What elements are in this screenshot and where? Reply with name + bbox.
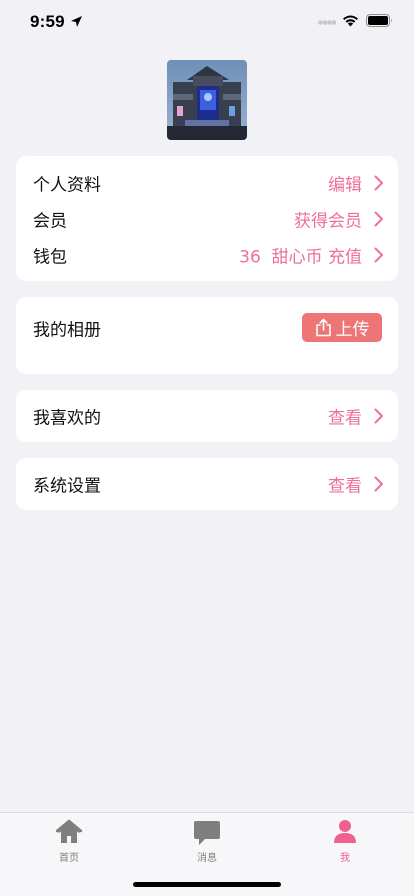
edit-link[interactable]: 编辑 xyxy=(328,171,362,196)
tab-home-label: 首页 xyxy=(59,853,79,864)
chevron-right-icon xyxy=(374,211,383,227)
signal-icon xyxy=(318,20,336,25)
favorites-view-link[interactable]: 查看 xyxy=(328,404,362,429)
tab-home[interactable]: 首页 xyxy=(0,813,138,865)
wallet-row[interactable]: 钱包 36 甜心币 充值 xyxy=(16,237,398,273)
location-arrow-icon xyxy=(71,16,82,27)
avatar[interactable] xyxy=(167,60,247,140)
status-bar: 9:59 xyxy=(0,0,414,44)
battery-icon xyxy=(366,14,392,27)
profile-card: 个人资料 编辑 会员 获得会员 钱包 36 甜心币 充值 xyxy=(16,156,398,281)
favorites-row[interactable]: 我喜欢的 查看 xyxy=(16,398,398,434)
home-icon xyxy=(55,819,83,843)
settings-row[interactable]: 系统设置 查看 xyxy=(16,466,398,502)
upload-button[interactable]: 上传 xyxy=(302,313,382,342)
profile-info-row[interactable]: 个人资料 编辑 xyxy=(16,165,398,201)
status-time: 9:59 xyxy=(30,12,65,31)
tab-messages-label: 消息 xyxy=(197,853,217,864)
favorites-label: 我喜欢的 xyxy=(33,408,101,429)
upload-label: 上传 xyxy=(335,320,370,340)
avatar-image xyxy=(167,60,247,140)
chevron-right-icon xyxy=(374,247,383,263)
settings-label: 系统设置 xyxy=(33,476,101,497)
get-membership-link[interactable]: 获得会员 xyxy=(294,207,362,232)
person-icon xyxy=(334,820,356,843)
chevron-right-icon xyxy=(374,476,383,492)
profile-info-label: 个人资料 xyxy=(33,175,101,196)
message-icon xyxy=(194,821,220,845)
tab-me-label: 我 xyxy=(340,853,350,864)
membership-label: 会员 xyxy=(33,211,67,232)
chevron-right-icon xyxy=(374,175,383,191)
membership-row[interactable]: 会员 获得会员 xyxy=(16,201,398,237)
chevron-right-icon xyxy=(374,408,383,424)
home-indicator xyxy=(133,882,281,887)
wallet-label: 钱包 xyxy=(33,247,67,268)
wifi-icon xyxy=(343,15,358,27)
share-upload-icon xyxy=(315,318,331,337)
favorites-card[interactable]: 我喜欢的 查看 xyxy=(16,390,398,442)
tab-messages[interactable]: 消息 xyxy=(138,813,276,865)
settings-card[interactable]: 系统设置 查看 xyxy=(16,458,398,510)
album-card: 我的相册 上传 xyxy=(16,297,398,374)
wallet-balance-recharge[interactable]: 36 甜心币 充值 xyxy=(239,243,362,268)
tab-me[interactable]: 我 xyxy=(276,813,414,865)
settings-view-link[interactable]: 查看 xyxy=(328,472,362,497)
album-title: 我的相册 xyxy=(33,320,101,341)
